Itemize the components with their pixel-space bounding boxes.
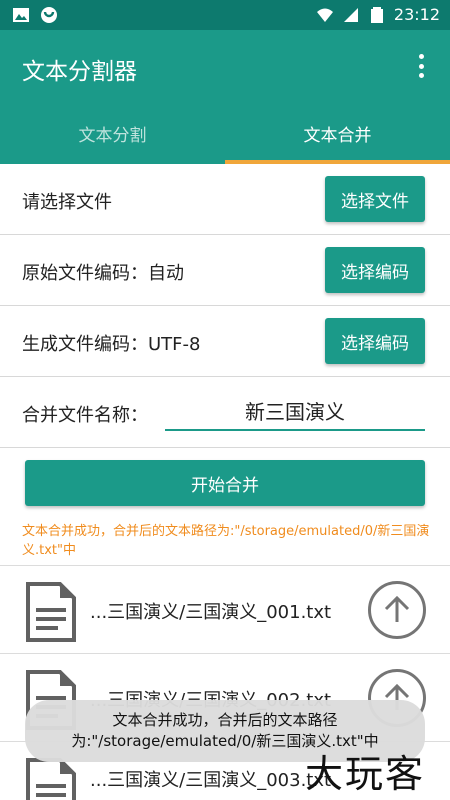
app-bar: 文本分割器: [0, 30, 450, 102]
tab-merge[interactable]: 文本合并: [225, 102, 450, 164]
select-source-encoding-button[interactable]: 选择编码: [325, 247, 425, 293]
target-encoding-row: 生成文件编码：UTF-8 选择编码: [0, 306, 450, 377]
select-file-button[interactable]: 选择文件: [325, 176, 425, 222]
result-message: 文本合并成功，合并后的文本路径为:"/storage/emulated/0/新三…: [22, 524, 430, 558]
signal-icon: [343, 7, 358, 22]
notification-icon: [41, 7, 57, 23]
select-file-row: 请选择文件 选择文件: [0, 164, 450, 235]
list-item[interactable]: ...三国演义/三国演义_001.txt: [0, 565, 450, 653]
source-encoding-row: 原始文件编码：自动 选择编码: [0, 235, 450, 306]
app-title: 文本分割器: [22, 59, 137, 85]
select-target-encoding-button[interactable]: 选择编码: [325, 318, 425, 364]
status-bar: 23:12: [0, 0, 450, 30]
arrow-up-icon: [384, 595, 410, 622]
start-merge-button[interactable]: 开始合并: [25, 460, 425, 506]
move-up-button[interactable]: [368, 581, 426, 639]
tab-split[interactable]: 文本分割: [0, 102, 225, 164]
wifi-icon: [316, 8, 333, 22]
status-time: 23:12: [393, 5, 440, 24]
battery-icon: [370, 6, 383, 23]
tab-bar: 文本分割 文本合并: [0, 102, 450, 164]
watermark-logo: 大玩客: [305, 752, 426, 796]
merge-name-input[interactable]: [165, 391, 425, 431]
target-encoding-label: 生成文件编码：UTF-8: [22, 334, 201, 355]
document-icon: [26, 582, 76, 642]
source-encoding-label: 原始文件编码：自动: [22, 263, 184, 284]
document-icon: [26, 758, 76, 800]
file-name: ...三国演义/三国演义_003.txt: [90, 770, 332, 791]
select-file-label: 请选择文件: [22, 192, 112, 213]
merge-name-row: 合并文件名称：: [0, 377, 450, 448]
file-name: ...三国演义/三国演义_001.txt: [90, 602, 332, 623]
image-icon: [13, 8, 29, 22]
more-vertical-icon[interactable]: [414, 54, 428, 78]
merge-name-label: 合并文件名称：: [22, 405, 148, 426]
